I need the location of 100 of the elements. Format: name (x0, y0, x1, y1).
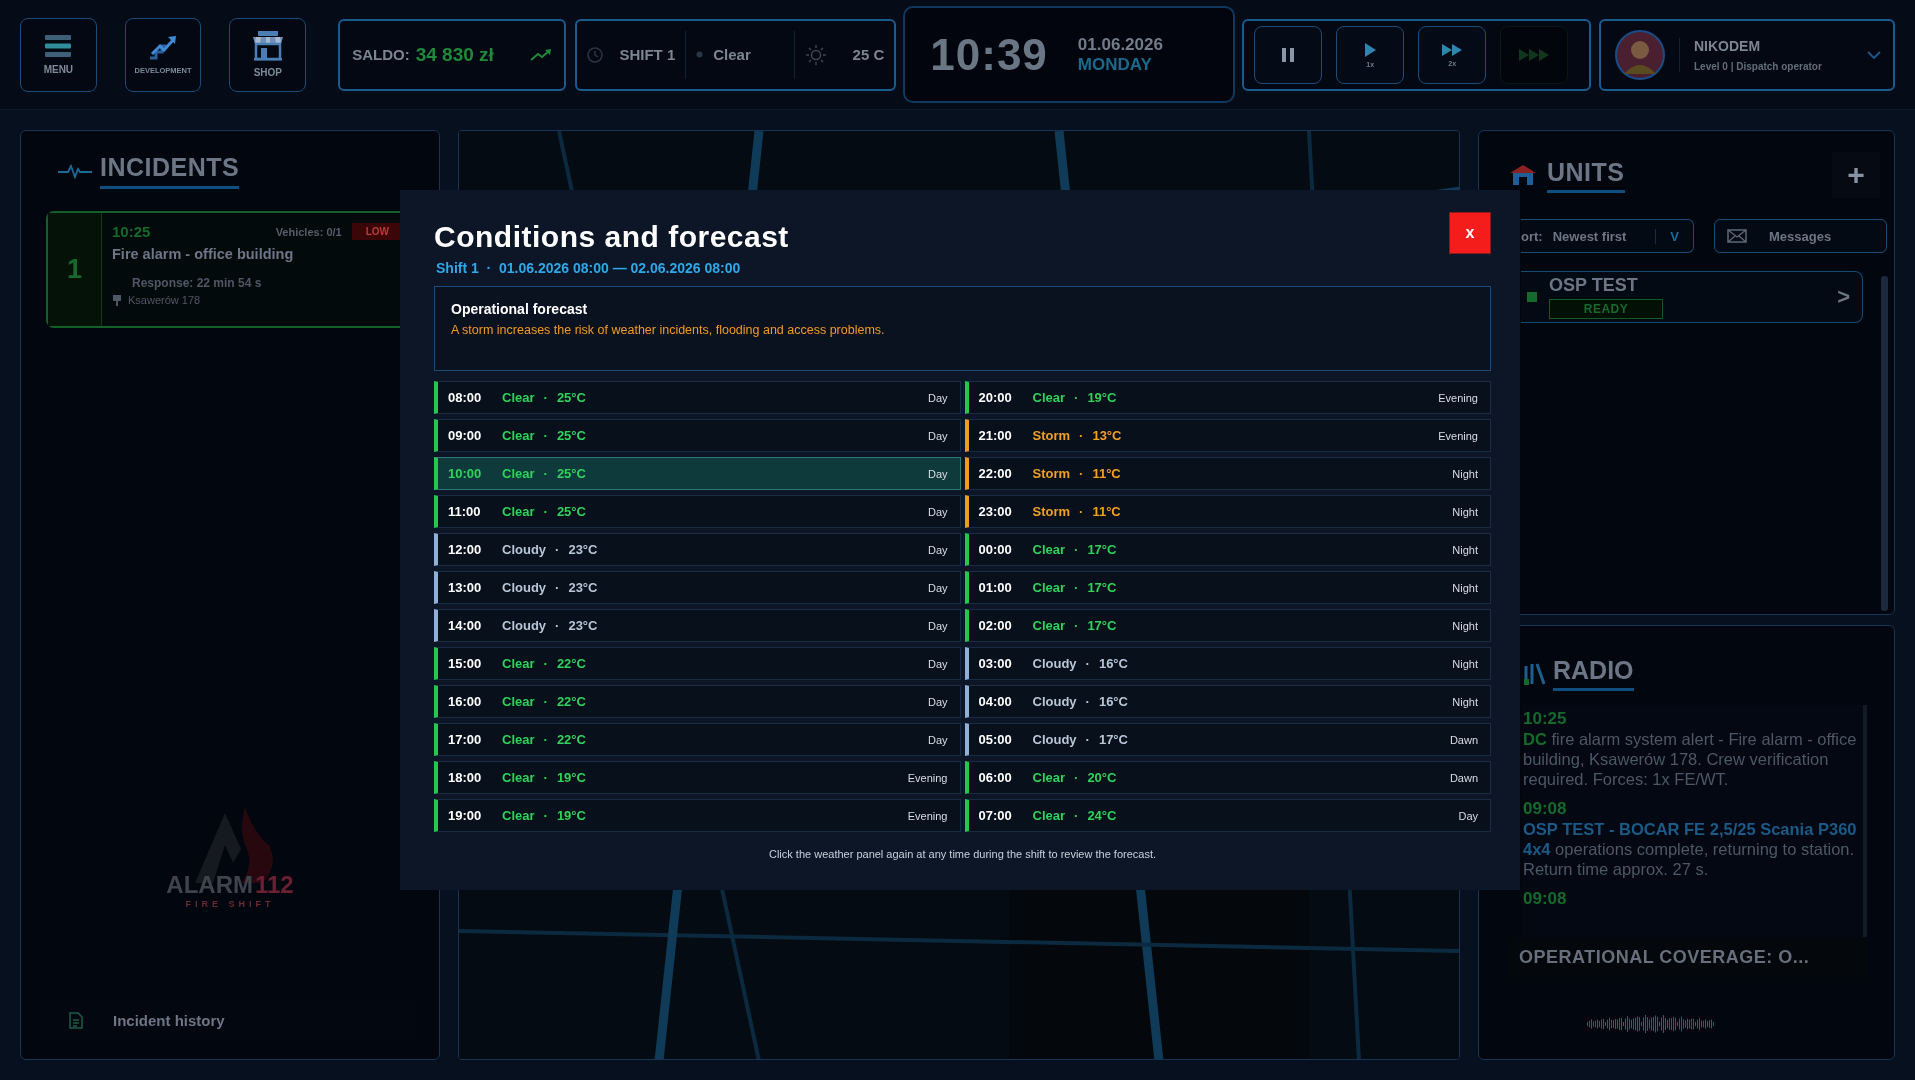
balance-label: SALDO: (352, 46, 410, 63)
hour-label: 18:00 (448, 770, 483, 785)
weather-condition: Clear (1032, 542, 1066, 557)
temperature-label: 25 C (852, 46, 885, 63)
separator-dot: · (543, 504, 548, 519)
separator-dot: · (1074, 618, 1079, 633)
separator-dot: · (543, 466, 548, 481)
temperature-value: 22°C (556, 656, 586, 671)
hour-label: 12:00 (448, 542, 483, 557)
temperature-value: 19°C (556, 808, 586, 823)
day-period: Day (927, 695, 948, 708)
sun-icon (804, 43, 827, 66)
separator-dot: · (1074, 542, 1079, 557)
shop-button[interactable]: SHOP (229, 17, 307, 92)
temperature-value: 25°C (556, 466, 586, 481)
separator-dot: · (543, 694, 548, 709)
temperature-value: 25°C (556, 504, 586, 519)
day-period: Day (927, 733, 948, 746)
chevron-icon: > (1837, 284, 1850, 310)
weather-condition: Cloudy (502, 618, 547, 633)
day-period: Day (927, 581, 948, 594)
hour-label: 03:00 (978, 656, 1013, 671)
day-period: Evening (1438, 391, 1478, 404)
pause-button[interactable] (1254, 25, 1323, 84)
day-period: Night (1452, 581, 1478, 594)
weather-condition: Clear (502, 808, 535, 823)
add-button[interactable]: + (1832, 152, 1880, 198)
unit-card[interactable]: OSP TEST READY > (1521, 271, 1863, 323)
hour-label: 17:00 (448, 732, 483, 747)
hour-label: 23:00 (978, 504, 1013, 519)
day-period: Dawn (1449, 733, 1478, 746)
temperature-value: 25°C (556, 428, 586, 443)
day-period: Evening (907, 809, 948, 822)
separator-dot: · (543, 808, 548, 823)
fast-forward-icon (1441, 42, 1464, 57)
day-period: Day (927, 391, 948, 404)
temperature-value: 13°C (1092, 428, 1122, 443)
weather-condition: Clear (1032, 390, 1066, 405)
menu-button[interactable]: MENU (20, 17, 97, 92)
status-square-icon (1527, 292, 1537, 302)
user-role: Level 0 | Dispatch operator (1693, 60, 1823, 72)
panel-title: RADIO (1553, 656, 1634, 691)
close-button[interactable]: x (1449, 212, 1491, 254)
temperature-value: 23°C (568, 618, 598, 633)
hour-label: 19:00 (448, 808, 483, 823)
temperature-value: 11°C (1092, 504, 1121, 519)
station-house-icon (1509, 164, 1537, 186)
sort-value: Newest first (1552, 228, 1627, 244)
shift-label: SHIFT 1 (619, 46, 676, 63)
separator-dot: · (1074, 580, 1079, 595)
envelope-icon (1727, 229, 1747, 243)
separator-dot: · (555, 618, 560, 633)
separator-dot: · (1074, 390, 1079, 405)
weekday-label: MONDAY (1077, 54, 1153, 75)
weather-condition: Storm (1032, 466, 1071, 481)
weather-condition: Clear (502, 466, 535, 481)
day-period: Night (1452, 657, 1478, 670)
day-period: Evening (1438, 429, 1478, 442)
message-time: 10:25 (1523, 709, 1568, 729)
vehicle-count: Vehicles: 0/1 (275, 225, 342, 238)
rising-arrow-icon (148, 34, 179, 60)
weather-condition: Cloudy (502, 542, 547, 557)
separator-dot: · (1079, 504, 1084, 519)
shift-panel[interactable]: SHIFT 1 Clear 25 C (575, 18, 897, 91)
day-period: Day (927, 467, 948, 480)
response-time: Response: 22 min 54 s (132, 276, 263, 290)
forecast-title: Operational forecast (451, 301, 589, 317)
temperature-value: 19°C (1087, 390, 1117, 405)
separator-dot: · (555, 542, 560, 557)
sort-dropdown[interactable]: ort: Newest first V (1521, 219, 1694, 253)
weather-condition: Cloudy (1032, 694, 1077, 709)
user-panel[interactable]: NIKODEM Level 0 | Dispatch operator (1598, 18, 1895, 91)
radio-message: OSP TEST - BOCAR FE 2,5/25 Scania P360 4x4 operations complete, returning to station. Return time approx. 27 s. (1523, 819, 1858, 879)
incident-card[interactable]: 1 10:25 Vehicles: 0/1 LOW Fire alarm - office building Response: 22 min 54 s Ksawerów 178 (46, 211, 401, 328)
storefront-icon (251, 31, 284, 61)
radio-message: DC fire alarm system alert - Fire alarm - office building, Ksawerów 178. Crew verification required. Forces: 1x FE/WT. (1523, 729, 1858, 789)
day-period: Day (927, 429, 948, 442)
messages-button[interactable]: Messages (1714, 219, 1887, 253)
weather-condition: Clear (502, 390, 535, 405)
sort-label: ort: (1521, 228, 1543, 244)
weather-condition: Cloudy (1032, 732, 1077, 747)
clock-time: 10:39 (930, 29, 1048, 80)
weather-label: Clear (713, 46, 751, 63)
incident-time: 10:25 (112, 223, 151, 240)
temperature-value: 23°C (568, 542, 598, 557)
temperature-value: 17°C (1098, 732, 1128, 747)
separator-dot: · (543, 428, 548, 443)
weather-condition: Clear (502, 504, 535, 519)
chevron-down-icon (1867, 50, 1881, 59)
temperature-value: 22°C (556, 732, 586, 747)
incident-number: 1 (48, 213, 102, 326)
temperature-value: 17°C (1087, 618, 1117, 633)
temperature-value: 24°C (1087, 808, 1117, 823)
hour-label: 10:00 (448, 466, 483, 481)
clock-date: 01.06.2026 (1077, 34, 1163, 55)
logo-number: 112 (254, 871, 294, 899)
weather-condition: Clear (1032, 770, 1066, 785)
incident-title: Fire alarm - office building (112, 246, 295, 262)
day-period: Day (927, 619, 948, 632)
signal-bars-icon (1523, 661, 1545, 686)
